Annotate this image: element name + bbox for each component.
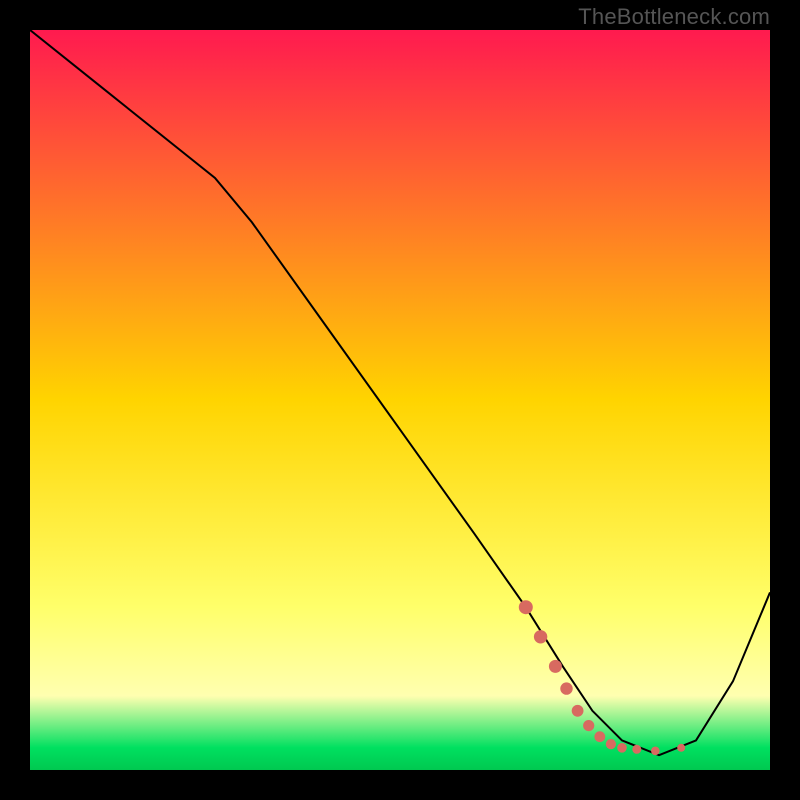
chart-svg (30, 30, 770, 770)
watermark-text: TheBottleneck.com (578, 4, 770, 30)
marker-dot (519, 600, 533, 614)
marker-dot (560, 682, 572, 694)
marker-dot (606, 739, 616, 749)
marker-dot (534, 630, 547, 643)
marker-dot (572, 705, 584, 717)
marker-dot (651, 747, 660, 756)
marker-dot (632, 745, 641, 754)
marker-dot (617, 743, 627, 753)
chart-area (30, 30, 770, 770)
marker-dot (549, 660, 562, 673)
chart-background (30, 30, 770, 770)
marker-dot (583, 720, 594, 731)
marker-dot (594, 731, 605, 742)
marker-dot (677, 744, 685, 752)
